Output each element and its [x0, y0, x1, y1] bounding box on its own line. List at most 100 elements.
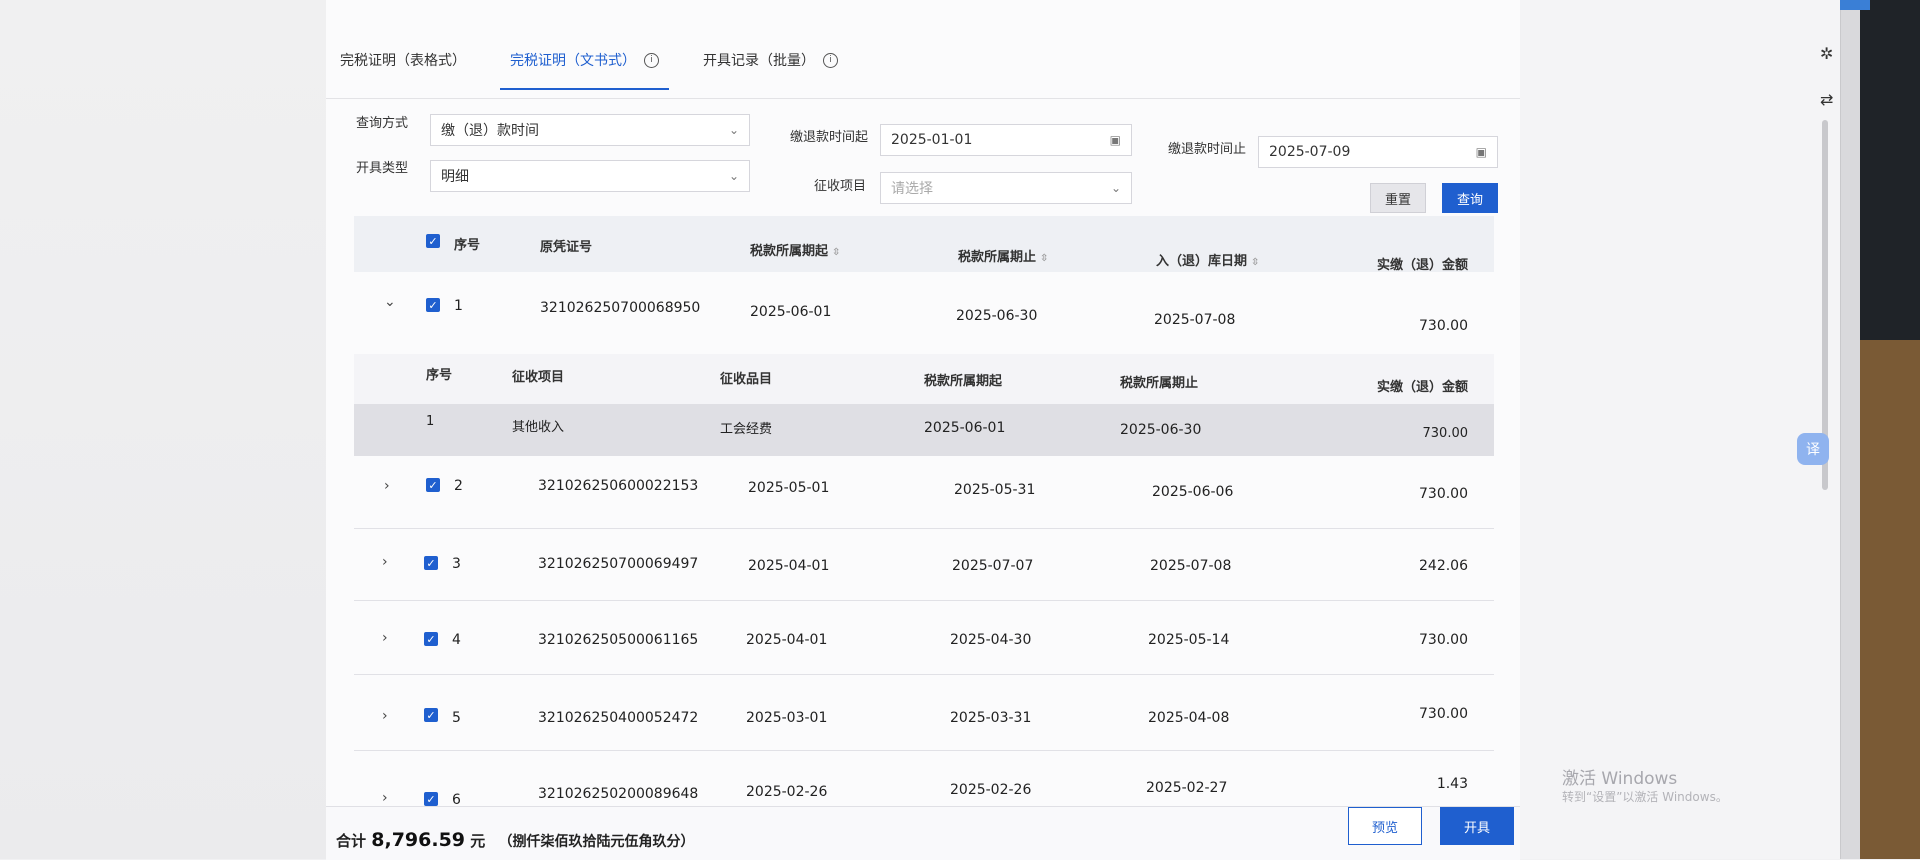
- row-checkbox[interactable]: ✓: [424, 792, 438, 806]
- reset-button[interactable]: 重置: [1370, 183, 1426, 213]
- row-amount: 730.00: [1419, 318, 1468, 334]
- right-margin: [1520, 0, 1840, 859]
- left-margin: [0, 0, 326, 859]
- issue-type-select[interactable]: 明细 ⌄: [430, 160, 750, 192]
- row-seq: 1: [454, 298, 463, 314]
- sub-header-amount: 实缴（退）金额: [1376, 380, 1468, 395]
- row-period-end: 2025-06-30: [956, 308, 1038, 324]
- header-period-start[interactable]: 税款所属期起 ⇳: [750, 240, 840, 259]
- levy-item-placeholder: 请选择: [891, 181, 933, 197]
- chevron-right-icon[interactable]: ›: [384, 478, 390, 494]
- start-date-label: 缴退款时间起: [790, 130, 869, 145]
- sort-icon[interactable]: ⇳: [1251, 257, 1259, 268]
- sort-icon[interactable]: ⇳: [832, 247, 840, 258]
- end-date-input[interactable]: 2025-07-09 ▣: [1258, 136, 1498, 168]
- sub-header-levy-category: 征收品目: [720, 372, 773, 387]
- tab-label: 完税证明（表格式）: [340, 53, 466, 69]
- table-row[interactable]: › ✓ 4 321026250500061165 2025-04-01 2025…: [354, 600, 1494, 675]
- row-storage-date: 2025-07-08: [1150, 558, 1232, 574]
- sub-row-seq: 1: [426, 414, 435, 429]
- row-period-end: 2025-03-31: [950, 710, 1032, 726]
- row-storage-date: 2025-06-06: [1152, 484, 1234, 500]
- select-all-checkbox[interactable]: ✓: [426, 234, 440, 248]
- sub-row-period-start: 2025-06-01: [924, 420, 1006, 436]
- header-period-end-label: 税款所属期止: [958, 250, 1037, 265]
- levy-item-select[interactable]: 请选择 ⌄: [880, 172, 1132, 204]
- row-seq: 2: [454, 478, 463, 494]
- sort-icon[interactable]: ⇳: [1040, 253, 1048, 264]
- chevron-right-icon[interactable]: ›: [382, 554, 388, 570]
- table-header: ✓ 序号 原凭证号 税款所属期起 ⇳ 税款所属期止 ⇳ 入（退）库日期 ⇳ 实缴（退）…: [354, 216, 1494, 273]
- end-date-value: 2025-07-09: [1269, 144, 1351, 160]
- row-period-start: 2025-02-26: [746, 784, 828, 800]
- total-amount: 8,796.59: [371, 829, 466, 851]
- row-seq: 4: [452, 632, 461, 648]
- tab-tax-certificate-document[interactable]: 完税证明（文书式） i: [500, 40, 669, 90]
- start-date-input[interactable]: 2025-01-01 ▣: [880, 124, 1132, 156]
- issue-type-value: 明细: [441, 169, 469, 185]
- info-icon[interactable]: i: [823, 52, 838, 68]
- detail-subtable-header: 序号 征收项目 征收品目 税款所属期起 税款所属期止 实缴（退）金额: [354, 354, 1494, 404]
- table-row[interactable]: › ✓ 3 321026250700069497 2025-04-01 2025…: [354, 528, 1494, 601]
- row-checkbox[interactable]: ✓: [426, 298, 440, 312]
- row-checkbox[interactable]: ✓: [424, 708, 438, 722]
- top-accent-bar: [1840, 0, 1870, 10]
- translate-badge[interactable]: 译: [1797, 433, 1829, 465]
- end-date-label: 缴退款时间止: [1168, 142, 1247, 157]
- row-voucher: 321026250700069497: [538, 556, 699, 572]
- total-summary: 合计 8,796.59 元 （捌仟柒佰玖拾陆元伍角玖分）: [336, 829, 695, 851]
- start-date-value: 2025-01-01: [891, 132, 973, 148]
- tab-issue-records-batch[interactable]: 开具记录（批量） i: [703, 40, 838, 90]
- row-period-start: 2025-04-01: [748, 558, 830, 574]
- row-voucher: 321026250500061165: [538, 632, 699, 648]
- chevron-right-icon[interactable]: ›: [382, 790, 388, 806]
- table-row[interactable]: › ✓ 6 321026250200089648 2025-02-26 2025…: [354, 750, 1494, 808]
- sub-row-amount: 730.00: [1422, 426, 1469, 441]
- header-amount: 实缴（退）金额: [1376, 258, 1468, 273]
- sub-row-levy-item: 其他收入: [512, 420, 565, 435]
- extension-icon[interactable]: ✲: [1820, 44, 1833, 63]
- row-amount: 730.00: [1419, 486, 1468, 502]
- header-storage-date[interactable]: 入（退）库日期 ⇳: [1156, 250, 1259, 269]
- row-period-end: 2025-07-07: [952, 558, 1034, 574]
- row-period-end: 2025-04-30: [950, 632, 1032, 648]
- row-amount: 242.06: [1419, 558, 1468, 574]
- preview-button[interactable]: 预览: [1348, 807, 1422, 845]
- row-storage-date: 2025-02-27: [1146, 780, 1228, 796]
- row-voucher: 321026250600022153: [538, 478, 699, 494]
- chevron-down-icon: ⌄: [1110, 181, 1121, 195]
- table-row[interactable]: › ✓ 5 321026250400052472 2025-03-01 2025…: [354, 674, 1494, 751]
- row-period-start: 2025-06-01: [750, 304, 832, 320]
- chevron-right-icon[interactable]: ›: [382, 708, 388, 724]
- header-voucher: 原凭证号: [540, 240, 593, 255]
- sub-header-period-end: 税款所属期止: [1120, 376, 1199, 391]
- chevron-down-icon[interactable]: ⌄: [384, 294, 396, 310]
- row-voucher: 321026250200089648: [538, 786, 699, 802]
- tab-tax-certificate-table[interactable]: 完税证明（表格式）: [340, 40, 466, 90]
- row-amount: 730.00: [1419, 706, 1468, 722]
- row-seq: 3: [452, 556, 461, 572]
- tab-bar: 完税证明（表格式） 完税证明（文书式） i 开具记录（批量） i: [340, 40, 838, 90]
- chevron-down-icon: ⌄: [728, 169, 739, 183]
- header-period-start-label: 税款所属期起: [750, 244, 829, 259]
- row-voucher: 321026250700068950: [540, 300, 701, 316]
- translate-icon[interactable]: ⇄: [1820, 90, 1833, 109]
- header-storage-date-label: 入（退）库日期: [1156, 254, 1248, 269]
- query-mode-select[interactable]: 缴（退）款时间 ⌄: [430, 114, 750, 146]
- sub-header-period-start: 税款所属期起: [924, 374, 1003, 389]
- table-row[interactable]: ⌄ ✓ 1 321026250700068950 2025-06-01 2025…: [354, 272, 1494, 355]
- query-button[interactable]: 查询: [1442, 183, 1498, 213]
- calendar-icon: ▣: [1109, 133, 1121, 147]
- row-storage-date: 2025-05-14: [1148, 632, 1230, 648]
- chevron-right-icon[interactable]: ›: [382, 630, 388, 646]
- windows-watermark-subtitle: 转到“设置”以激活 Windows。: [1562, 790, 1728, 804]
- issue-button[interactable]: 开具: [1440, 807, 1514, 845]
- total-unit: 元: [470, 832, 486, 850]
- footer-bar: 合计 8,796.59 元 （捌仟柒佰玖拾陆元伍角玖分） 预览 开具: [326, 806, 1520, 860]
- row-checkbox[interactable]: ✓: [426, 478, 440, 492]
- row-checkbox[interactable]: ✓: [424, 556, 438, 570]
- row-checkbox[interactable]: ✓: [424, 632, 438, 646]
- header-period-end[interactable]: 税款所属期止 ⇳: [958, 246, 1048, 265]
- info-icon[interactable]: i: [644, 52, 659, 68]
- table-row[interactable]: › ✓ 2 321026250600022153 2025-05-01 2025…: [354, 456, 1494, 529]
